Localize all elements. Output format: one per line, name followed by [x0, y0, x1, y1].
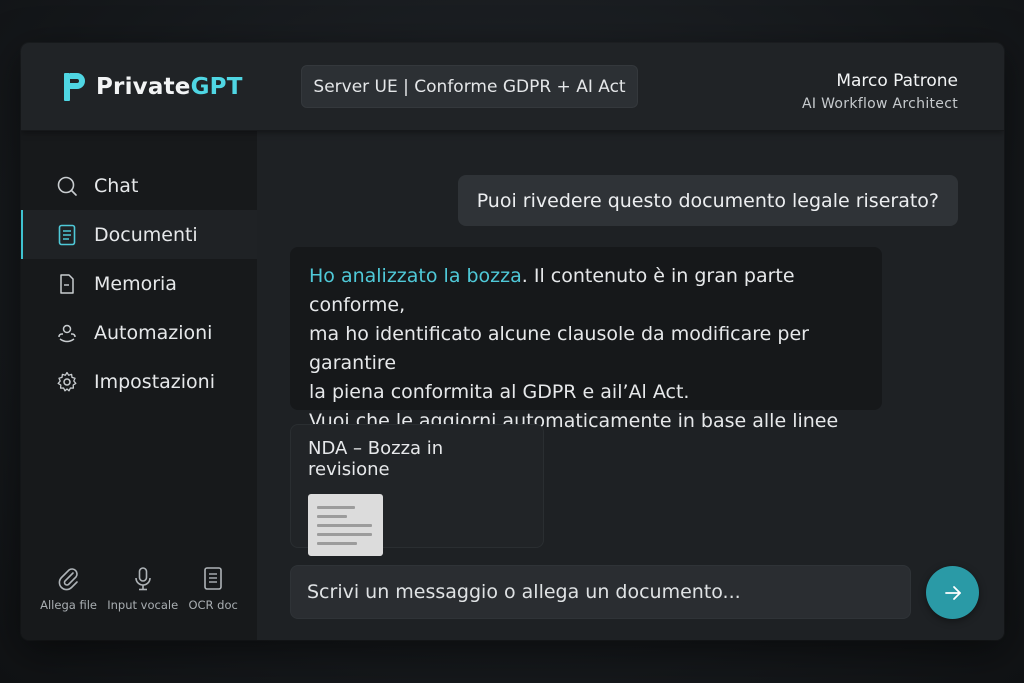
- sidebar-item-label: Chat: [94, 174, 139, 197]
- user-name: Marco Patrone: [836, 71, 958, 91]
- sidebar-item-documenti[interactable]: Documenti: [21, 210, 257, 259]
- sidebar-item-chat[interactable]: Chat: [21, 161, 257, 210]
- thumbnail-line: [317, 542, 357, 545]
- chat-panel: Puoi rivedere questo documento legale ri…: [257, 131, 1004, 640]
- automation-icon: [56, 322, 78, 344]
- thumbnail-line: [317, 533, 372, 536]
- server-compliance-badge: Server UE | Conforme GDPR + AI Act: [301, 65, 638, 108]
- brand-prefix: Private: [96, 74, 191, 100]
- thumbnail-line: [317, 515, 347, 518]
- assistant-line: ma ho identificato alcune clausole da mo…: [309, 323, 809, 374]
- attach-file-label: Allega file: [40, 598, 97, 612]
- user-role: AI Workflow Architect: [802, 96, 958, 112]
- document-thumbnail[interactable]: [308, 494, 383, 556]
- send-button[interactable]: [926, 566, 979, 619]
- search-icon: [56, 175, 78, 197]
- sidebar-item-label: Automazioni: [94, 321, 213, 344]
- microphone-icon: [130, 566, 156, 592]
- attachment-title: NDA – Bozza in revisione: [308, 438, 444, 480]
- top-header: PrivateGPT Server UE | Conforme GDPR + A…: [21, 43, 1004, 131]
- brand-name: PrivateGPT: [96, 74, 243, 100]
- app-window: PrivateGPT Server UE | Conforme GDPR + A…: [21, 43, 1004, 640]
- sidebar-item-label: Impostazioni: [94, 370, 215, 393]
- ocr-document-icon: [200, 566, 226, 592]
- user-message-bubble: Puoi rivedere questo documento legale ri…: [457, 175, 958, 226]
- ocr-doc-button[interactable]: OCR doc: [188, 566, 238, 612]
- assistant-message-bubble: Ho analizzato la bozza. Il contenuto è i…: [290, 247, 882, 490]
- sidebar: Chat Documenti Memoria Automazioni Impos: [21, 131, 257, 640]
- memory-icon: [56, 273, 78, 295]
- input-tools: Allega file Input vocale OCR doc: [21, 566, 257, 612]
- user-profile[interactable]: Marco Patrone AI Workflow Architect: [802, 71, 958, 112]
- gear-icon: [56, 371, 78, 393]
- brand-suffix: GPT: [190, 74, 243, 100]
- sidebar-item-label: Memoria: [94, 272, 177, 295]
- voice-input-button[interactable]: Input vocale: [107, 566, 178, 612]
- sidebar-item-automazioni[interactable]: Automazioni: [21, 308, 257, 357]
- assistant-line: Ho analizzato la bozza. Il contenuto è i…: [309, 262, 863, 320]
- privategpt-logo-icon: [64, 73, 85, 101]
- document-icon: [56, 224, 78, 246]
- sidebar-item-impostazioni[interactable]: Impostazioni: [21, 357, 257, 406]
- assistant-line: la piena conformita al GDPR e ail’Al Act…: [309, 381, 690, 403]
- message-input-container: [290, 565, 911, 619]
- paperclip-icon: [56, 566, 82, 592]
- attachment-card[interactable]: NDA – Bozza in revisione: [290, 424, 544, 556]
- arrow-right-icon: [944, 585, 961, 600]
- ocr-doc-label: OCR doc: [188, 598, 238, 612]
- sidebar-item-memoria[interactable]: Memoria: [21, 259, 257, 308]
- thumbnail-line: [317, 524, 372, 527]
- assistant-highlight: Ho analizzato la bozza: [309, 265, 522, 287]
- sidebar-item-label: Documenti: [94, 223, 198, 246]
- message-input[interactable]: [307, 581, 910, 603]
- thumbnail-line: [317, 506, 355, 509]
- voice-input-label: Input vocale: [107, 598, 179, 612]
- brand-logo[interactable]: PrivateGPT: [64, 73, 243, 101]
- attach-file-button[interactable]: Allega file: [40, 566, 97, 612]
